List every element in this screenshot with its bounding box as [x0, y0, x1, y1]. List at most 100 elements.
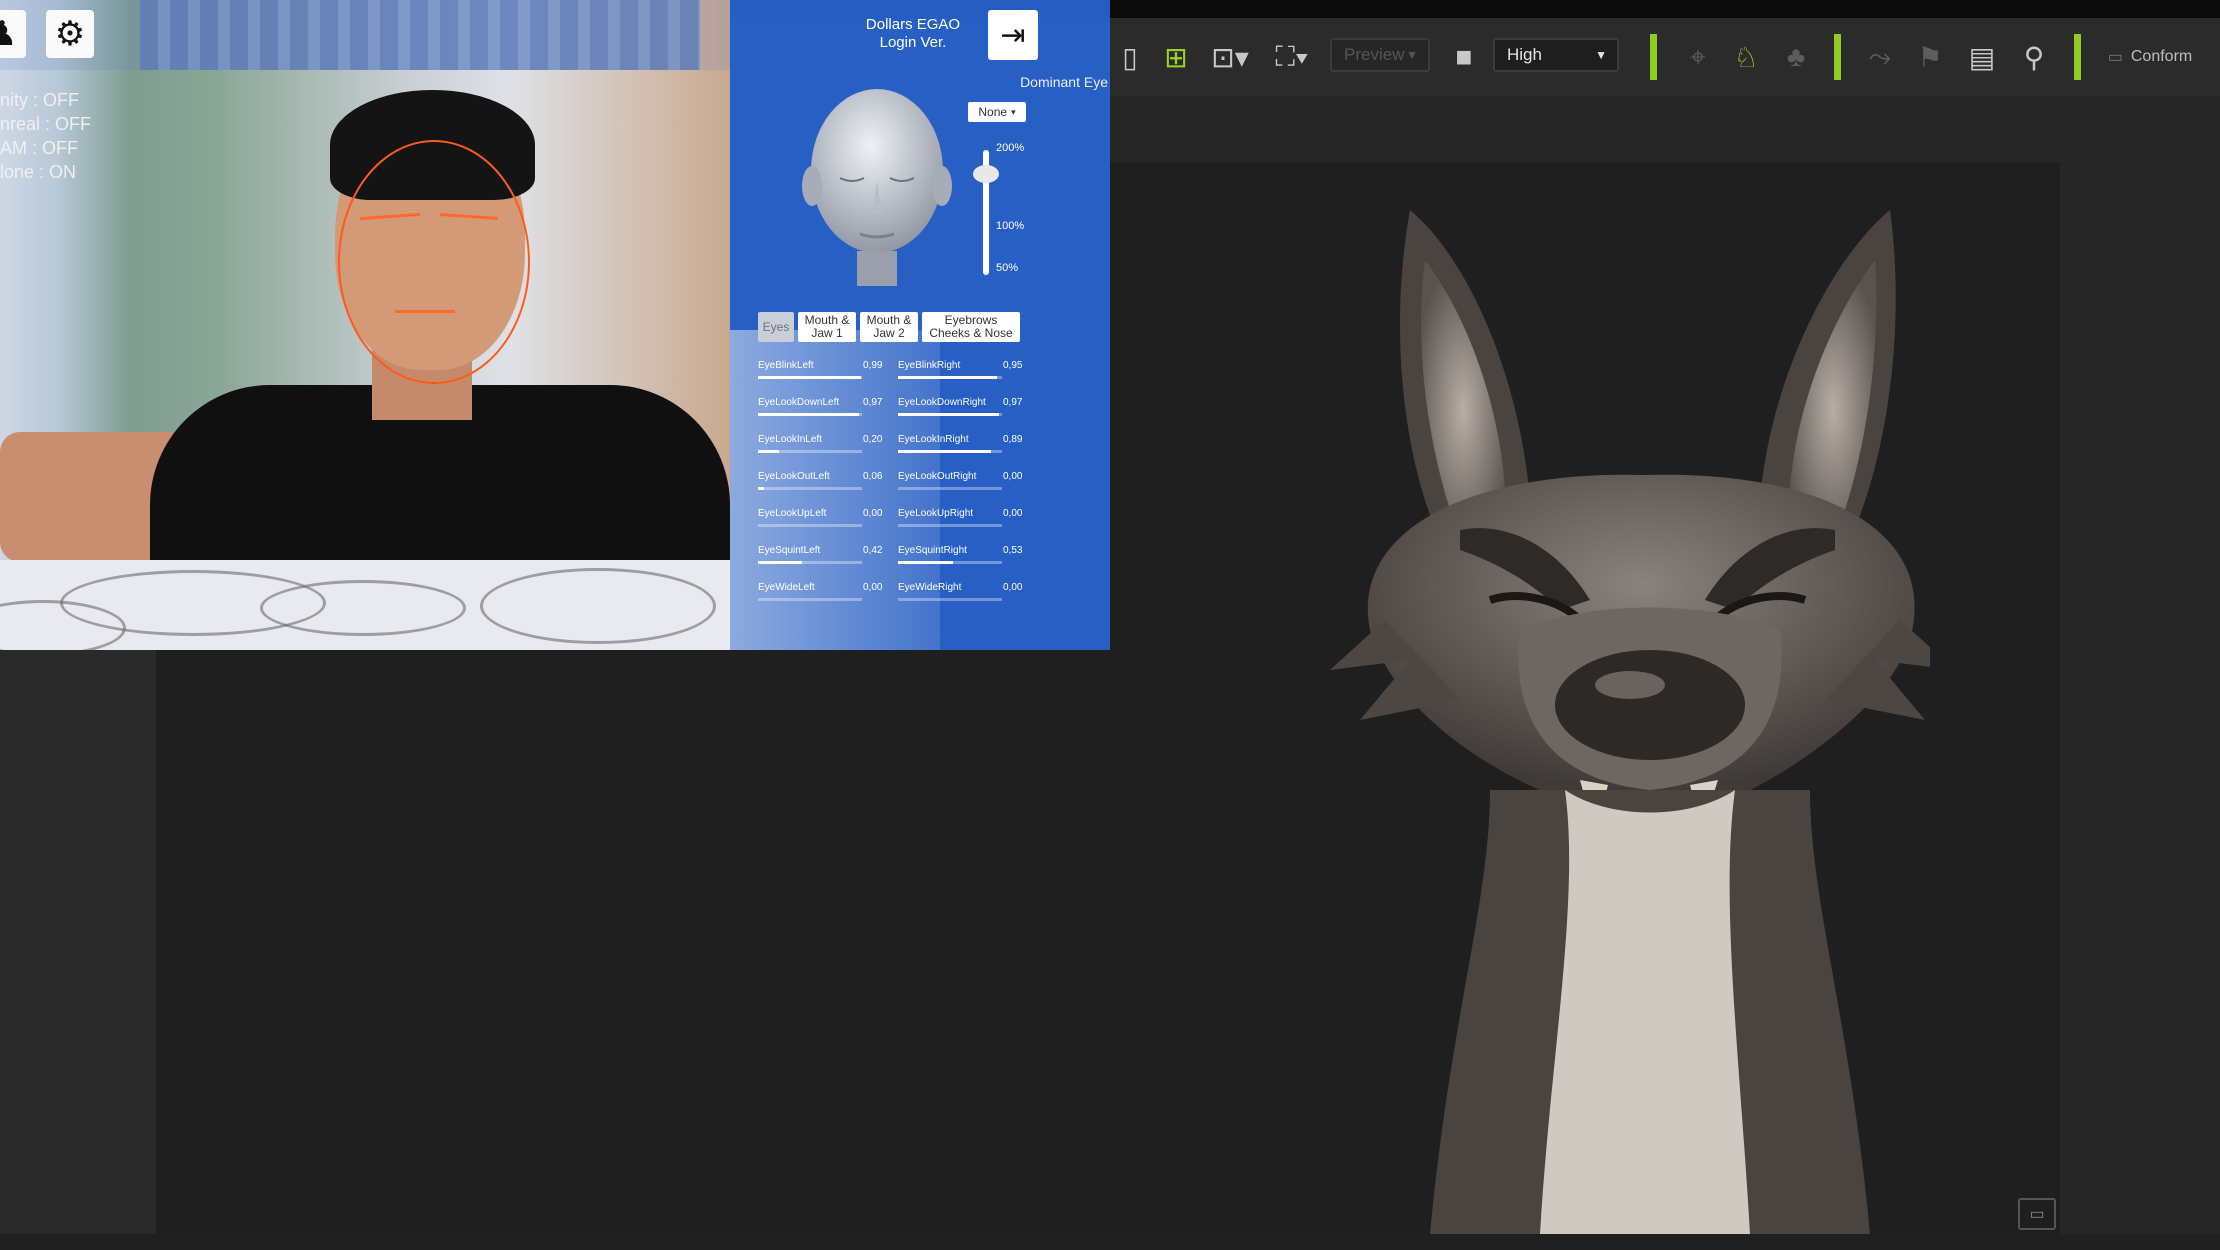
- status-line: nity : OFF: [0, 90, 80, 110]
- chevron-down-icon: ▼: [1595, 48, 1607, 62]
- blendshape-value: 0,97: [1003, 397, 1023, 408]
- blendshape-slider[interactable]: [758, 376, 862, 379]
- video-camera-icon[interactable]: ■: [1442, 18, 1486, 96]
- blendshape-slider[interactable]: [758, 413, 862, 416]
- blendshape-value: 0,00: [863, 582, 883, 593]
- scale-label-mid: 100%: [996, 220, 1025, 232]
- blendshape-slider[interactable]: [898, 413, 1002, 416]
- blendshape-slider[interactable]: [758, 450, 862, 453]
- blendshape-row: EyeLookDownRight 0,97: [898, 397, 1028, 425]
- 3d-face-preview: [802, 89, 952, 286]
- blendshape-slider[interactable]: [898, 598, 1002, 601]
- character-pose-icon[interactable]: ♘: [1724, 18, 1768, 96]
- preview-dropdown[interactable]: Preview ▼: [1330, 38, 1430, 72]
- blendshape-slider-fill: [758, 413, 859, 416]
- scale-slider-handle[interactable]: [973, 165, 999, 183]
- face-tracking-mouth: [395, 310, 455, 313]
- blendshape-slider-fill: [758, 487, 765, 490]
- capture-settings-panel: Dollars EGAO Login Ver. ⇥ Dominant Eye N…: [730, 0, 1110, 650]
- blendshape-slider[interactable]: [898, 376, 1002, 379]
- tab-mouth-jaw-2[interactable]: Mouth & Jaw 2: [860, 312, 918, 342]
- app-title: Dollars EGAO Login Ver.: [848, 16, 978, 52]
- main-toolbar: ▯ ⊞ ⊡▾ ⛶▾ Preview ▼ ■ High ▼ ⌖ ♘ ♣ ⤳ ⚑ ▤…: [1108, 18, 2220, 96]
- blendshape-tabs: Eyes Mouth & Jaw 1 Mouth & Jaw 2 Eyebrow…: [758, 312, 1020, 342]
- blendshape-row: EyeSquintRight 0,53: [898, 545, 1028, 573]
- preview-label: Preview: [1344, 45, 1405, 64]
- blendshape-row: EyeLookUpLeft 0,00: [758, 508, 888, 536]
- blendshape-slider-fill: [898, 561, 954, 564]
- exit-button[interactable]: ⇥: [988, 10, 1038, 60]
- blendshape-name: EyeSquintLeft: [758, 545, 821, 556]
- clipboard-icon[interactable]: ▤: [1960, 18, 2004, 96]
- blendshape-name: EyeBlinkRight: [898, 360, 961, 371]
- quality-dropdown[interactable]: High ▼: [1493, 38, 1619, 72]
- blendshape-slider[interactable]: [898, 561, 1002, 564]
- blendshape-slider[interactable]: [758, 487, 862, 490]
- exit-door-icon: ⇥: [1000, 18, 1026, 52]
- wolf-character-render[interactable]: [1290, 200, 1930, 1234]
- path-icon[interactable]: ⤳: [1858, 18, 1902, 96]
- blendshape-name: EyeBlinkLeft: [758, 360, 814, 371]
- tab-eyes[interactable]: Eyes: [758, 312, 794, 342]
- bone-icon[interactable]: ⌖: [1676, 18, 1720, 96]
- conform-button[interactable]: ▭ Conform: [2090, 18, 2210, 96]
- tab-eyebrows-cheeks-nose[interactable]: Eyebrows Cheeks & Nose: [922, 312, 1020, 342]
- app-title-line1: Dollars EGAO: [865, 16, 961, 33]
- flag-icon[interactable]: ⚑: [1908, 18, 1952, 96]
- camera-fit-icon[interactable]: ⛶▾: [1270, 18, 1314, 96]
- sub-toolbar: [1108, 96, 2220, 162]
- probe-icon[interactable]: ⚲: [2012, 18, 2056, 96]
- blendshape-row: EyeLookUpRight 0,00: [898, 508, 1028, 536]
- group-icon[interactable]: ♣: [1774, 18, 1818, 96]
- blendshape-value: 0,53: [1003, 545, 1023, 556]
- blendshape-slider[interactable]: [898, 487, 1002, 490]
- fit-view-icon[interactable]: ⊡▾: [1208, 18, 1252, 96]
- blendshape-slider-fill: [758, 561, 802, 564]
- quality-value: High: [1507, 45, 1542, 64]
- blendshape-slider[interactable]: [898, 450, 1002, 453]
- status-line: lone : ON: [0, 162, 77, 182]
- app-title-line2: Login Ver.: [879, 34, 947, 51]
- blendshape-value: 0,06: [863, 471, 883, 482]
- blendshape-name: EyeWideRight: [898, 582, 962, 593]
- blendshape-value: 0,99: [863, 360, 883, 371]
- move-gizmo-icon[interactable]: ⊞: [1154, 18, 1198, 96]
- blendshape-slider-fill: [758, 376, 861, 379]
- chevron-down-icon: ▼: [1406, 48, 1418, 62]
- tab-mouth-jaw-1[interactable]: Mouth & Jaw 1: [798, 312, 856, 342]
- blendshape-value: 0,00: [1003, 582, 1023, 593]
- user-icon[interactable]: ♟: [0, 10, 26, 58]
- blendshape-slider[interactable]: [898, 524, 1002, 527]
- conform-icon: ▭: [2107, 49, 2123, 66]
- blendshape-slider[interactable]: [758, 561, 862, 564]
- capture-hud-bar: [0, 0, 730, 70]
- blendshape-name: EyeLookUpLeft: [758, 508, 827, 519]
- blendshape-row: EyeBlinkLeft 0,99: [758, 360, 888, 388]
- blendshape-row: EyeLookInLeft 0,20: [758, 434, 888, 462]
- dominant-eye-select[interactable]: None ▾: [968, 102, 1026, 122]
- blendshape-slider[interactable]: [758, 598, 862, 601]
- conform-label: Conform: [2130, 48, 2193, 65]
- blendshape-name: EyeLookOutLeft: [758, 471, 830, 482]
- blendshape-slider-fill: [898, 450, 991, 453]
- blendshape-name: EyeLookDownRight: [898, 397, 986, 408]
- blendshape-row: EyeBlinkRight 0,95: [898, 360, 1028, 388]
- blendshape-name: EyeLookOutRight: [898, 471, 977, 482]
- webcam-feed: ♟ ⚙ nity : OFF nreal : OFF AM : OFF lone…: [0, 0, 730, 650]
- table-surface: [0, 560, 730, 650]
- scale-label-min: 50%: [996, 262, 1019, 274]
- blendshape-slider-fill: [898, 413, 999, 416]
- scale-label-max: 200%: [996, 142, 1025, 154]
- toolbar-separator: [2074, 34, 2081, 80]
- blendshape-row: EyeLookDownLeft 0,97: [758, 397, 888, 425]
- blendshape-slider[interactable]: [758, 524, 862, 527]
- blendshape-row: EyeLookInRight 0,89: [898, 434, 1028, 462]
- status-list: nity : OFF nreal : OFF AM : OFF lone : O…: [0, 88, 91, 184]
- blendshape-value: 0,00: [863, 508, 883, 519]
- frame-icon[interactable]: ▯: [1108, 18, 1152, 96]
- blendshape-value: 0,00: [1003, 508, 1023, 519]
- blendshape-value: 0,97: [863, 397, 883, 408]
- toolbar-separator: [1834, 34, 1841, 80]
- gear-icon[interactable]: ⚙: [46, 10, 94, 58]
- message-icon[interactable]: ▭: [2018, 1198, 2056, 1230]
